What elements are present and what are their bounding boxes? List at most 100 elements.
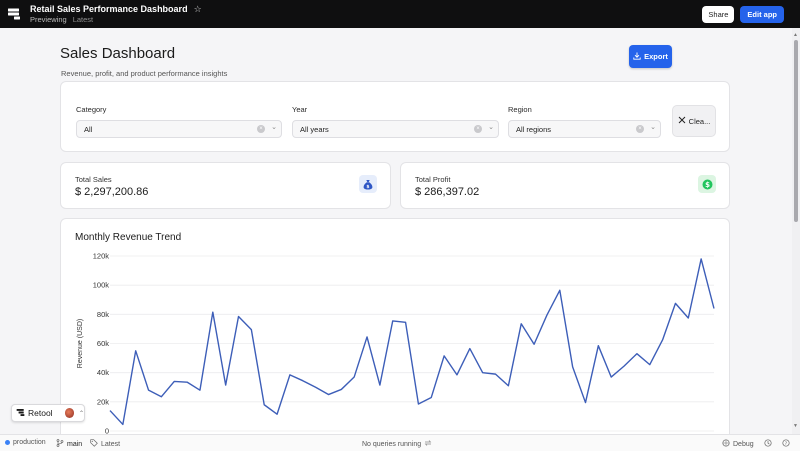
- data-point[interactable]: [673, 301, 677, 305]
- y-axis-label: Revenue (USD): [77, 319, 84, 368]
- region-select[interactable]: All regions × ⌄: [508, 120, 661, 138]
- data-point[interactable]: [558, 288, 562, 292]
- data-point[interactable]: [532, 342, 536, 346]
- clear-filters-label: Clea...: [688, 116, 711, 126]
- status-bar: production main Latest No queries runnin…: [0, 434, 800, 451]
- dollar-icon: $: [698, 175, 716, 193]
- vertical-scrollbar[interactable]: ▲ ▼: [792, 28, 800, 434]
- data-point[interactable]: [699, 257, 703, 261]
- data-point[interactable]: [519, 322, 523, 326]
- data-point[interactable]: [314, 385, 318, 389]
- clear-filters-button[interactable]: Clea...: [672, 105, 716, 137]
- chevron-down-icon: ⌄: [271, 124, 277, 131]
- data-point[interactable]: [147, 388, 151, 392]
- data-point[interactable]: [455, 373, 459, 377]
- data-point[interactable]: [545, 313, 549, 317]
- total-profit-card: Total Profit $ 286,397.02 $: [400, 162, 730, 209]
- release-label: Latest: [101, 440, 121, 448]
- page-subtitle: Revenue, profit, and product performance…: [61, 69, 228, 78]
- history-icon[interactable]: [764, 439, 772, 447]
- star-icon[interactable]: ☆: [194, 4, 202, 14]
- y-tick-label: 80k: [97, 310, 109, 319]
- data-point[interactable]: [134, 349, 138, 353]
- clear-region-icon[interactable]: ×: [636, 125, 644, 133]
- data-point[interactable]: [378, 383, 382, 387]
- scroll-down-icon[interactable]: ▼: [793, 423, 798, 429]
- data-point[interactable]: [596, 344, 600, 348]
- data-point[interactable]: [686, 316, 690, 320]
- data-point[interactable]: [224, 383, 228, 387]
- data-point[interactable]: [661, 338, 665, 342]
- data-point[interactable]: [262, 403, 266, 407]
- data-point[interactable]: [391, 319, 395, 323]
- data-point[interactable]: [404, 320, 408, 324]
- data-point[interactable]: [571, 365, 575, 369]
- data-point[interactable]: [506, 384, 510, 388]
- environment-selector[interactable]: production: [5, 439, 46, 446]
- data-point[interactable]: [301, 379, 305, 383]
- branch-selector[interactable]: main: [56, 439, 82, 449]
- refresh-icon: [424, 439, 432, 449]
- data-point[interactable]: [365, 335, 369, 339]
- year-value: All years: [300, 124, 329, 134]
- filters-panel: Category All × ⌄ Year All years × ⌄ Regi…: [60, 81, 730, 152]
- share-button[interactable]: Share: [702, 5, 735, 23]
- preview-mode-label: Previewing: [30, 14, 67, 24]
- data-point[interactable]: [275, 412, 279, 416]
- data-point[interactable]: [609, 375, 613, 379]
- data-point[interactable]: [494, 372, 498, 376]
- data-point[interactable]: [108, 409, 112, 413]
- chevron-up-icon: ⌃: [78, 410, 84, 417]
- data-point[interactable]: [468, 347, 472, 351]
- data-point[interactable]: [622, 364, 626, 368]
- year-select[interactable]: All years × ⌄: [292, 120, 499, 138]
- data-point[interactable]: [172, 379, 176, 383]
- debug-button[interactable]: Debug: [722, 439, 754, 449]
- data-point[interactable]: [185, 380, 189, 384]
- data-point[interactable]: [211, 310, 215, 314]
- region-filter: Region All regions × ⌄: [508, 105, 661, 138]
- data-point[interactable]: [416, 402, 420, 406]
- retool-logo-icon[interactable]: [6, 6, 22, 22]
- y-tick-label: 60k: [97, 339, 109, 348]
- retool-badge[interactable]: Retool ⌃: [11, 404, 85, 422]
- category-select[interactable]: All × ⌄: [76, 120, 282, 138]
- data-point[interactable]: [121, 422, 125, 426]
- total-sales-card: Total Sales $ 2,297,200.86 $: [60, 162, 391, 209]
- data-point[interactable]: [712, 307, 716, 311]
- scroll-thumb[interactable]: [794, 40, 798, 222]
- data-point[interactable]: [288, 373, 292, 377]
- year-filter: Year All years × ⌄: [292, 105, 499, 138]
- data-point[interactable]: [429, 395, 433, 399]
- data-point[interactable]: [583, 401, 587, 405]
- version-label[interactable]: Latest: [73, 15, 93, 25]
- avatar: [64, 408, 74, 418]
- export-button[interactable]: Export: [629, 45, 672, 68]
- data-point[interactable]: [648, 363, 652, 367]
- data-point[interactable]: [635, 352, 639, 356]
- clear-category-icon[interactable]: ×: [257, 125, 265, 133]
- revenue-line-chart[interactable]: 0 20k 40k 60k 80k 100k 120k Revenue (USD): [61, 219, 731, 434]
- query-status[interactable]: No queries running: [362, 439, 432, 449]
- data-point[interactable]: [339, 387, 343, 391]
- data-point[interactable]: [159, 395, 163, 399]
- scroll-up-icon[interactable]: ▲: [793, 32, 798, 38]
- query-status-label: No queries running: [362, 440, 422, 448]
- data-point[interactable]: [237, 315, 241, 319]
- release-selector[interactable]: Latest: [90, 439, 120, 449]
- help-icon[interactable]: ?: [782, 439, 790, 447]
- data-point[interactable]: [442, 354, 446, 358]
- revenue-series-line[interactable]: [109, 258, 715, 426]
- close-icon: [678, 116, 686, 126]
- edit-app-button[interactable]: Edit app: [740, 5, 784, 23]
- data-point[interactable]: [326, 393, 330, 397]
- data-point[interactable]: [352, 375, 356, 379]
- data-point[interactable]: [481, 371, 485, 375]
- category-filter: Category All × ⌄: [76, 105, 282, 138]
- page-title: Sales Dashboard: [60, 45, 176, 62]
- data-point[interactable]: [198, 388, 202, 392]
- app-canvas: Sales Dashboard Revenue, profit, and pro…: [0, 28, 792, 434]
- data-point[interactable]: [249, 328, 253, 332]
- chevron-down-icon: ⌄: [488, 124, 494, 131]
- clear-year-icon[interactable]: ×: [474, 125, 482, 133]
